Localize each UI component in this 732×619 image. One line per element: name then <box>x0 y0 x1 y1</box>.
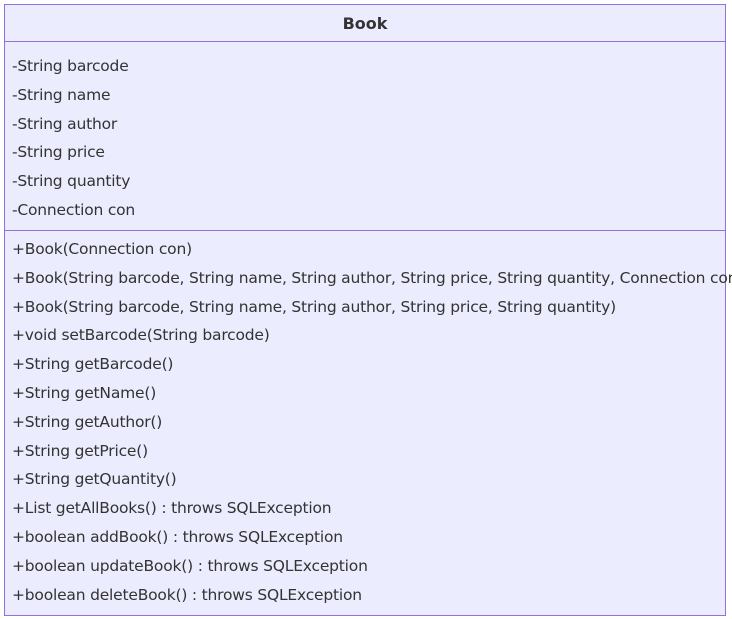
method-set-barcode: +void setBarcode(String barcode) <box>12 326 270 345</box>
method-delete-book: +boolean deleteBook() : throws SQLExcept… <box>12 585 362 604</box>
attribute-price: -String price <box>12 143 105 162</box>
attribute-quantity: -String quantity <box>12 172 131 191</box>
class-box-book: Book -String barcode -String name -Strin… <box>4 4 732 616</box>
method-constructor-full: +Book(String barcode, String name, Strin… <box>12 268 732 287</box>
class-name: Book <box>5 5 725 42</box>
method-get-name: +String getName() <box>12 383 157 402</box>
attribute-connection: -Connection con <box>12 200 136 219</box>
method-update-book: +boolean updateBook() : throws SQLExcept… <box>12 556 368 575</box>
methods-compartment: +Book(Connection con) +Book(String barco… <box>5 231 732 609</box>
attribute-name: -String name <box>12 85 111 104</box>
attribute-author: -String author <box>12 114 118 133</box>
attributes-compartment: -String barcode -String name -String aut… <box>5 42 725 231</box>
method-constructor-connection: +Book(Connection con) <box>12 240 192 258</box>
method-get-price: +String getPrice() <box>12 441 148 460</box>
method-add-book: +boolean addBook() : throws SQLException <box>12 527 343 546</box>
method-get-barcode: +String getBarcode() <box>12 355 174 374</box>
method-get-quantity: +String getQuantity() <box>12 470 177 489</box>
method-get-all-books: +List getAllBooks() : throws SQLExceptio… <box>12 499 332 518</box>
attribute-barcode: -String barcode <box>12 57 129 75</box>
method-get-author: +String getAuthor() <box>12 412 163 431</box>
method-constructor-fields: +Book(String barcode, String name, Strin… <box>12 297 616 316</box>
